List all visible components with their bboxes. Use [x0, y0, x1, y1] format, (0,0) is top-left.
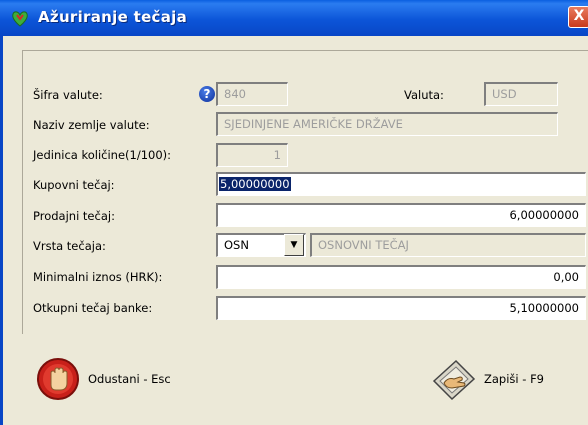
otkupni-label: Otkupni tečaj banke:	[33, 301, 153, 315]
otkupni-field[interactable]: 5,10000000	[216, 296, 586, 320]
title-bar[interactable]: Ažuriranje tečaja X	[0, 0, 588, 36]
help-icon[interactable]: ?	[199, 86, 215, 102]
window-title: Ažuriranje tečaja	[38, 8, 188, 26]
app-icon	[12, 11, 28, 27]
valuta-field[interactable]: USD	[484, 82, 558, 106]
cancel-button[interactable]: Odustani - Esc	[36, 355, 186, 405]
naziv-label: Naziv zemlje valute:	[33, 118, 150, 132]
naziv-field[interactable]: SJEDINJENE AMERIČKE DRŽAVE	[216, 112, 558, 136]
sifra-field[interactable]: 840	[216, 82, 288, 106]
kupovni-field[interactable]: 5,00000000	[216, 172, 586, 196]
vrsta-label: Vrsta tečaja:	[33, 239, 106, 253]
window-frame	[0, 36, 3, 425]
minimalni-field[interactable]: 0,00	[216, 265, 586, 289]
prodajni-label: Prodajni tečaj:	[33, 209, 115, 223]
save-hand-icon	[432, 359, 476, 401]
cancel-label: Odustani - Esc	[88, 372, 171, 386]
close-button[interactable]: X	[568, 6, 588, 28]
stop-hand-icon	[37, 358, 79, 400]
save-label: Zapiši - F9	[484, 372, 544, 386]
save-button[interactable]: Zapiši - F9	[430, 355, 580, 405]
valuta-label: Valuta:	[404, 88, 444, 102]
jedinica-label: Jedinica količine(1/100):	[33, 148, 172, 162]
kupovni-value: 5,00000000	[219, 177, 291, 191]
jedinica-field[interactable]: 1	[216, 143, 288, 167]
chevron-down-icon[interactable]: ▼	[284, 234, 304, 256]
prodajni-field[interactable]: 6,00000000	[216, 203, 586, 227]
minimalni-label: Minimalni iznos (HRK):	[33, 270, 163, 284]
vrsta-desc-field[interactable]: OSNOVNI TEČAJ	[310, 233, 586, 257]
kupovni-label: Kupovni tečaj:	[33, 178, 115, 192]
sifra-label: Šifra valute:	[33, 88, 103, 102]
